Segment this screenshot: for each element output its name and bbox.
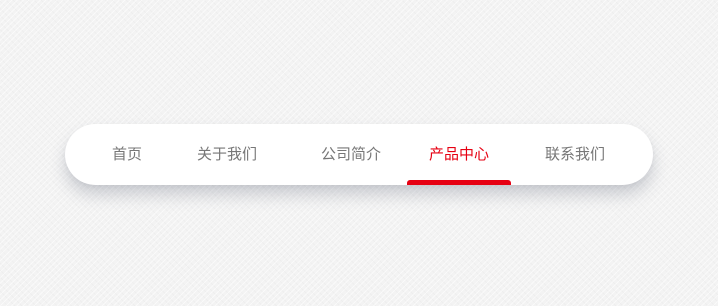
nav-item-label: 联系我们 — [544, 145, 605, 163]
nav-item-home[interactable]: 首页 — [83, 124, 171, 185]
nav-item-label: 公司简介 — [320, 145, 381, 163]
active-tab-indicator — [407, 180, 511, 185]
nav-item-contact-us[interactable]: 联系我们 — [531, 124, 619, 185]
nav-item-product-center[interactable]: 产品中心 — [407, 124, 511, 185]
nav-item-label: 产品中心 — [428, 145, 489, 163]
nav-item-company-profile[interactable]: 公司简介 — [299, 124, 403, 185]
nav-item-label: 关于我们 — [196, 145, 257, 163]
nav-item-label: 首页 — [111, 145, 142, 163]
nav-item-about-us[interactable]: 关于我们 — [183, 124, 271, 185]
navigation-bar: 首页 关于我们 公司简介 产品中心 联系我们 — [65, 124, 653, 185]
